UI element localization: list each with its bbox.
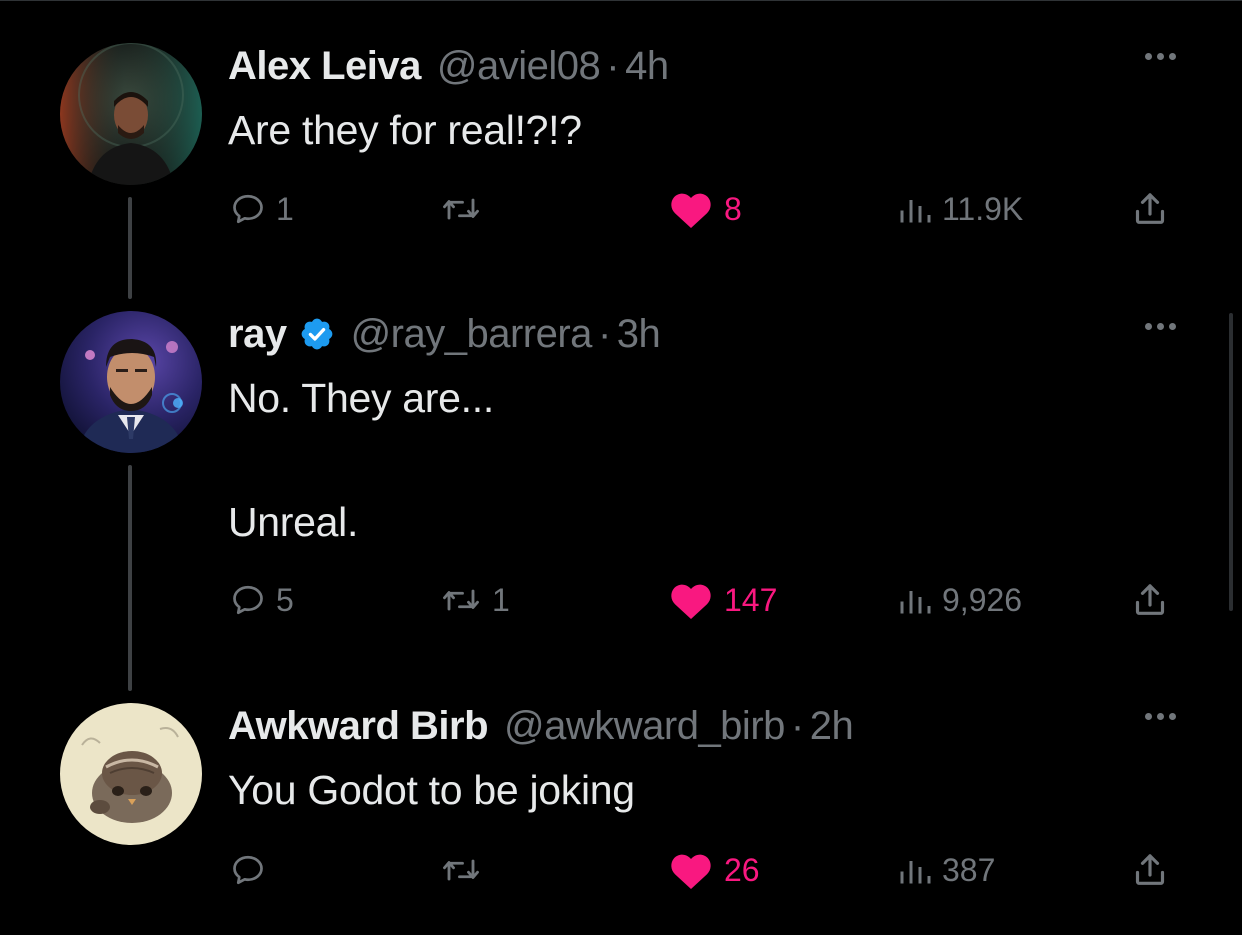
- share-button[interactable]: [1130, 575, 1170, 625]
- heart-filled-icon: [671, 584, 711, 620]
- reply-button[interactable]: 5: [230, 575, 294, 625]
- share-icon: [1135, 193, 1165, 224]
- separator-dot: ·: [606, 43, 620, 88]
- avatar[interactable]: [60, 311, 202, 453]
- retweet-button[interactable]: 1: [440, 575, 510, 625]
- display-name[interactable]: ray: [228, 312, 287, 357]
- tweet-header: Alex Leiva @aviel08 · 4h: [228, 41, 669, 91]
- avatar[interactable]: [60, 703, 202, 845]
- views-button[interactable]: 387: [896, 845, 995, 895]
- more-dot: [1169, 713, 1176, 720]
- views-button[interactable]: 11.9K: [896, 184, 1023, 234]
- avatar-image: [60, 311, 202, 453]
- like-button[interactable]: 147: [668, 575, 777, 625]
- share-icon: [1135, 854, 1165, 885]
- heart-filled-icon: [671, 193, 711, 229]
- view-count: 387: [942, 851, 996, 888]
- like-button[interactable]: 26: [668, 845, 760, 895]
- retweet-button[interactable]: [440, 845, 492, 895]
- views-icon: [900, 200, 931, 223]
- retweet-icon: [443, 859, 479, 881]
- reply-button[interactable]: 1: [230, 184, 294, 234]
- views-icon: [900, 861, 931, 884]
- more-dot: [1145, 713, 1152, 720]
- share-icon: [1135, 584, 1165, 615]
- user-handle[interactable]: @ray_barrera: [351, 312, 593, 357]
- tweet-actions: 26 387: [0, 845, 1242, 895]
- display-name[interactable]: Alex Leiva: [228, 44, 421, 89]
- view-count: 9,926: [942, 581, 1023, 618]
- user-handle[interactable]: @aviel08: [437, 44, 601, 89]
- more-icon[interactable]: [1145, 713, 1176, 720]
- more-dot: [1157, 713, 1164, 720]
- user-handle[interactable]: @awkward_birb: [504, 704, 785, 749]
- like-count: 147: [724, 581, 778, 618]
- share-button[interactable]: [1130, 845, 1170, 895]
- like-count: 26: [724, 851, 760, 888]
- view-count: 11.9K: [942, 190, 1024, 227]
- more-dot: [1145, 323, 1152, 330]
- tweet-text: You Godot to be joking: [228, 767, 635, 813]
- tweet-text: No. They are... Unreal.: [228, 375, 494, 545]
- reply-count: 1: [276, 190, 294, 227]
- reply-count: 5: [276, 581, 294, 618]
- retweet-icon: [443, 198, 479, 220]
- more-dot: [1169, 323, 1176, 330]
- thread-view: Alex Leiva @aviel08 · 4h Are they for re…: [0, 0, 1242, 935]
- more-icon[interactable]: [1145, 323, 1176, 330]
- separator-dot: ·: [597, 311, 611, 356]
- share-button[interactable]: [1130, 184, 1170, 234]
- timestamp[interactable]: 3h: [617, 312, 661, 357]
- more-icon[interactable]: [1145, 53, 1176, 60]
- reply-icon: [233, 585, 263, 615]
- reply-icon: [233, 855, 263, 885]
- tweet-header: Awkward Birb @awkward_birb · 2h: [228, 701, 854, 751]
- tweet-header: ray @ray_barrera · 3h: [228, 309, 661, 359]
- views-icon: [900, 591, 931, 614]
- views-button[interactable]: 9,926: [896, 575, 1022, 625]
- avatar[interactable]: [60, 43, 202, 185]
- separator-dot: ·: [790, 703, 804, 748]
- more-dot: [1157, 53, 1164, 60]
- scrollbar[interactable]: [1229, 313, 1233, 611]
- retweet-button[interactable]: [440, 184, 492, 234]
- reply-icon: [233, 194, 263, 224]
- avatar-image: [60, 43, 202, 185]
- more-dot: [1169, 53, 1176, 60]
- heart-filled-icon: [671, 854, 711, 890]
- tweet-text: Are they for real!?!?: [228, 107, 582, 153]
- display-name[interactable]: Awkward Birb: [228, 704, 489, 749]
- avatar-image: [60, 703, 202, 845]
- timestamp[interactable]: 2h: [810, 704, 854, 749]
- retweet-count: 1: [492, 581, 510, 618]
- verified-badge-icon: [299, 316, 335, 352]
- tweet-actions: 5 1 147 9,926: [0, 575, 1242, 625]
- like-count: 8: [724, 190, 742, 227]
- more-dot: [1157, 323, 1164, 330]
- timestamp[interactable]: 4h: [625, 44, 669, 89]
- tweet-actions: 1 8 11.9K: [0, 184, 1242, 234]
- reply-button[interactable]: [230, 845, 276, 895]
- like-button[interactable]: 8: [668, 184, 742, 234]
- retweet-icon: [443, 589, 479, 611]
- more-dot: [1145, 53, 1152, 60]
